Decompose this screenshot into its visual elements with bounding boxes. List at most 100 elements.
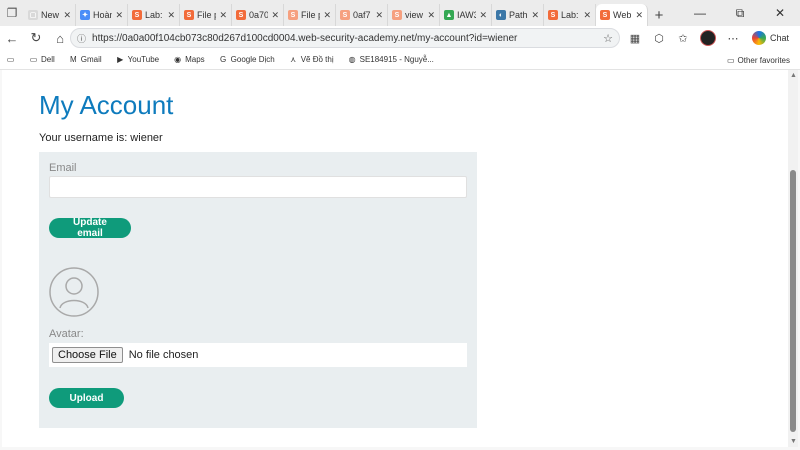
url-text[interactable]: https://0a0a00f104cb073c80d267d100cd0004… [92,33,603,44]
restore-icon[interactable]: ⧉ [720,0,760,26]
copilot-icon [752,31,766,45]
bookmark-5[interactable]: ⋏ Vẽ Đồ thị [289,55,334,64]
close-tab-icon[interactable]: ✕ [427,10,435,21]
close-tab-icon[interactable]: ✕ [635,10,643,21]
tab-favicon-icon: S [548,10,558,20]
bookmark-2[interactable]: ▶ YouTube [116,55,159,64]
tab-11[interactable]: S Web ✕ [596,4,648,26]
tab-favicon-icon: S [340,10,350,20]
close-tab-icon[interactable]: ✕ [323,10,331,21]
vertical-scrollbar[interactable]: ▲ ▼ [788,70,798,447]
bookmark-label: Maps [185,55,205,64]
tab-7[interactable]: Sview ✕ [388,4,440,26]
bookmark-label: YouTube [127,55,160,64]
bookmarks-toggle[interactable]: ▭ [6,55,15,64]
tab-title: Web [613,10,632,20]
close-tab-icon[interactable]: ✕ [479,10,487,21]
tab-title: Lab: \ [561,10,580,20]
tab-favicon-icon: ▢ [28,10,38,20]
tab-title: New [41,10,60,20]
bookmark-4[interactable]: G Google Dịch [219,55,275,64]
upload-button[interactable]: Upload [49,388,124,408]
home-icon[interactable]: ⌂ [48,27,72,49]
minimize-icon[interactable]: — [680,0,720,26]
scroll-down-icon[interactable]: ▼ [790,438,797,445]
close-tab-icon[interactable]: ✕ [219,10,227,21]
bookmark-3[interactable]: ◉ Maps [173,55,205,64]
site-info-icon[interactable]: ⓘ [77,32,86,45]
avatar-file-input[interactable]: Choose File No file chosen [49,343,467,367]
gmail-icon: M [69,55,77,64]
tab-actions-icon[interactable]: ❐ [0,0,24,26]
tab-favicon-icon: S [288,10,298,20]
close-tab-icon[interactable]: ✕ [115,10,123,21]
close-tab-icon[interactable]: ✕ [167,10,175,21]
bookmark-label: Google Dịch [230,55,275,64]
tab-0[interactable]: ▢ New ✕ [24,4,76,26]
refresh-icon[interactable]: ↻ [24,27,48,49]
tab-strip: ❐ ▢New✕✦Hoàn✕SLab: P✕SFile p✕S0a70✕SFile… [0,0,800,26]
tab-favicon-icon: S [392,10,402,20]
chat-button[interactable]: Chat [746,28,795,48]
graph-icon: ⋏ [290,55,297,64]
favorite-star-icon[interactable]: ☆ [603,32,613,45]
tab-10[interactable]: SLab: \✕ [544,4,596,26]
address-bar[interactable]: ⓘ https://0a0a00f104cb073c80d267d100cd00… [70,28,620,48]
update-email-button[interactable]: Update email [49,217,131,239]
tab-title: view [405,10,424,20]
bookmark-0[interactable]: ▭ Dell [29,55,55,64]
tab-title: 0af7 [353,10,371,20]
profile-avatar[interactable] [700,30,716,46]
tab-title: File p [197,10,216,20]
close-window-icon[interactable]: ✕ [760,0,800,26]
tab-4[interactable]: S 0a70 ✕ [232,4,284,26]
favorites-icon[interactable]: ✩ [672,28,694,48]
globe-icon: ◍ [348,55,356,64]
close-tab-icon[interactable]: ✕ [583,10,591,21]
youtube-icon: ▶ [117,55,124,64]
new-tab-button[interactable]: + [648,4,670,26]
translate-icon: G [220,55,227,64]
page-title: My Account [39,90,174,120]
extensions-icon[interactable]: ⬡ [648,28,670,48]
tab-8[interactable]: ▲IAW3✕ [440,4,492,26]
close-tab-icon[interactable]: ✕ [531,10,539,21]
bookmark-label: SE184915 - Nguyễ... [359,55,434,64]
tab-title: Hoàn [93,10,113,20]
close-tab-icon[interactable]: ✕ [375,10,383,21]
tab-9[interactable]: ◐ Path ✕ [492,4,544,26]
tab-favicon-icon: ▲ [444,10,454,20]
chat-label: Chat [770,33,790,43]
other-favorites-label: Other favorites [737,55,790,65]
read-aloud-icon[interactable]: ▦ [624,28,646,48]
bookmark-label: Vẽ Đồ thị [300,55,334,64]
choose-file-button[interactable]: Choose File [52,347,123,363]
email-field[interactable] [49,176,467,198]
tab-6[interactable]: S 0af7 ✕ [336,4,388,26]
bookmarks-toggle-icon: ▭ [6,55,15,64]
close-tab-icon[interactable]: ✕ [271,10,279,21]
back-arrow-icon[interactable]: ← [0,27,24,49]
bookmark-6[interactable]: ◍ SE184915 - Nguyễ... [348,55,434,64]
scroll-up-icon[interactable]: ▲ [790,72,797,79]
bookmark-label: Gmail [80,55,102,64]
toolbar-right: ▦ ⬡ ✩ ⋯ Chat ⌄ [624,28,800,48]
close-tab-icon[interactable]: ✕ [63,10,71,21]
scrollbar-thumb[interactable] [790,170,796,432]
tab-2[interactable]: SLab: P✕ [128,4,180,26]
window-controls: — ⧉ ✕ [680,0,800,26]
no-file-text: No file chosen [128,349,199,361]
bookmark-list: ▭ Dell M Gmail ▶ YouTube ◉ Maps G Google Dịch ⋏ Vẽ … [29,55,448,64]
tab-1[interactable]: ✦ Hoàn ✕ [76,4,128,26]
tab-5[interactable]: SFile p✕ [284,4,336,26]
more-menu-icon[interactable]: ⋯ [722,28,744,48]
bookmark-1[interactable]: M Gmail [69,55,102,64]
avatar-placeholder-icon [49,267,99,317]
username-text: Your username is: wiener [39,132,163,144]
tab-favicon-icon: S [132,10,142,20]
folder-icon: ▭ [29,55,38,64]
tab-3[interactable]: SFile p✕ [180,4,232,26]
page-viewport: My Account Your username is: wiener Emai… [2,70,788,447]
tab-title: Path [509,10,528,20]
other-favorites[interactable]: ▭ Other favorites [727,50,790,70]
